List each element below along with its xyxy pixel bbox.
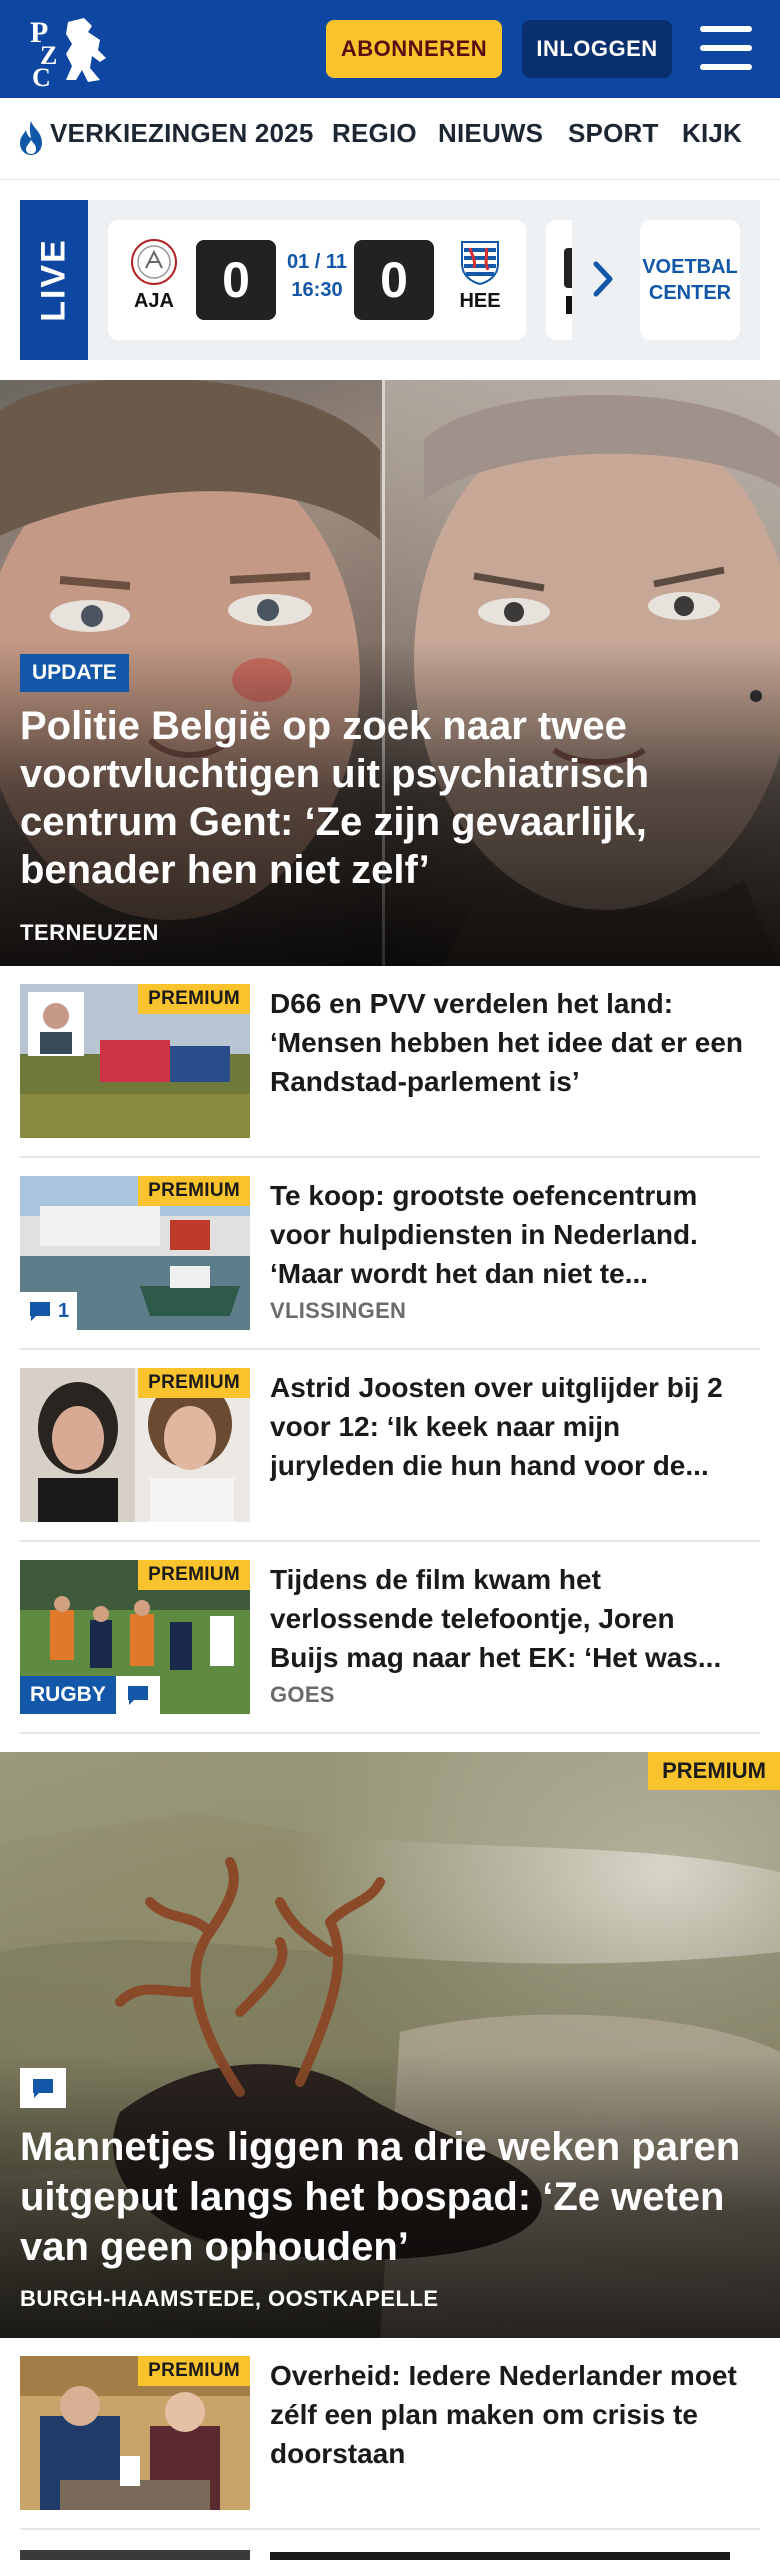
article-thumbnail: PREMIUM [20, 984, 250, 1138]
article-location: VLISSINGEN [270, 1298, 407, 1323]
ajax-crest-icon [131, 239, 177, 285]
menu-icon[interactable] [700, 26, 752, 70]
home-club-code: AJA [133, 290, 174, 312]
premium-badge: PREMIUM [138, 1176, 250, 1206]
away-score: 0 [354, 240, 434, 320]
update-badge: UPDATE [20, 654, 129, 692]
premium-badge: PREMIUM [648, 1752, 780, 1790]
next-article-peek [20, 2550, 760, 2560]
voetbal-center-button[interactable]: VOETBAL CENTER [640, 220, 740, 340]
comment-count[interactable]: 1 [20, 1292, 78, 1330]
feature-location: BURGH-HAAMSTEDE, OOSTKAPELLE [20, 2286, 439, 2311]
home-club: AJA [124, 238, 184, 313]
pzc-logo[interactable]: P Z C [26, 10, 116, 88]
nav-item-regio[interactable]: REGIO [332, 118, 417, 149]
top-bar: P Z C ABONNEREN INLOGGEN [0, 0, 780, 98]
chevron-right-icon[interactable] [588, 258, 618, 300]
comment-button[interactable] [20, 2068, 66, 2108]
premium-badge: PREMIUM [138, 1560, 250, 1590]
live-label: LIVE [20, 200, 88, 360]
article-thumbnail: PREMIUM [20, 1368, 250, 1522]
live-scores-strip: LIVE AJA 0 01 / 11 16:30 0 HEE VOETBAL C… [20, 200, 760, 360]
article-location: GOES [270, 1682, 335, 1707]
comment-count-number: 1 [58, 1299, 70, 1322]
nav-item-nieuws[interactable]: NIEUWS [438, 118, 543, 149]
away-club-code: HEE [459, 290, 501, 312]
heerenveen-crest-icon [461, 241, 499, 286]
article-title[interactable]: Overheid: Iedere Nederlander moet zélf e… [270, 2356, 750, 2473]
article-thumbnail: PREMIUM RUGBY [20, 1560, 250, 1714]
match-datetime: 01 / 11 16:30 [272, 248, 362, 304]
premium-badge: PREMIUM [138, 1368, 250, 1398]
nav-item-verkiezingen[interactable]: VERKIEZINGEN 2025 [50, 118, 314, 149]
section-nav: VERKIEZINGEN 2025 REGIO NIEUWS SPORT KIJ… [0, 98, 780, 180]
comment-icon [30, 1302, 50, 1321]
match-date: 01 / 11 [286, 251, 348, 273]
hero-headline[interactable]: Politie België op zoek naar twee voortvl… [20, 702, 740, 894]
article-item[interactable]: PREMIUM Overheid: Iedere Nederlander moe… [20, 2338, 760, 2530]
match-time: 16:30 [291, 279, 343, 301]
away-club: HEE [450, 238, 510, 313]
article-title[interactable]: Tijdens de film kwam het verlossende tel… [270, 1560, 750, 1677]
comment-icon [128, 1686, 148, 1705]
hero-article[interactable]: UPDATE Politie België op zoek naar twee … [0, 380, 780, 966]
article-item[interactable]: PREMIUM Astrid Joosten over uitglijder b… [20, 1350, 760, 1542]
hero-location: TERNEUZEN [20, 920, 159, 945]
category-tag[interactable]: RUGBY [20, 1676, 116, 1714]
article-item[interactable]: PREMIUM D66 en PVV verdelen het land: ‘M… [20, 966, 760, 1158]
article-item[interactable]: PREMIUM 1 Te koop: grootste oefencentrum… [20, 1158, 760, 1350]
article-thumbnail: PREMIUM 1 [20, 1176, 250, 1330]
login-button[interactable]: INLOGGEN [522, 20, 672, 78]
feature-article[interactable]: PREMIUM Mannetjes liggen na drie weken p… [0, 1752, 780, 2338]
comment-icon [33, 2079, 53, 2098]
feature-headline[interactable]: Mannetjes liggen na drie weken paren uit… [20, 2122, 760, 2272]
nav-item-kijk[interactable]: KIJK [682, 118, 742, 149]
match-card[interactable]: AJA 0 01 / 11 16:30 0 HEE [108, 220, 526, 340]
subscribe-button[interactable]: ABONNEREN [326, 20, 502, 78]
nav-item-sport[interactable]: SPORT [568, 118, 659, 149]
comment-button[interactable] [116, 1676, 160, 1714]
article-item[interactable]: PREMIUM RUGBY Tijdens de film kwam het v… [20, 1542, 760, 1734]
next-match-card[interactable] [546, 220, 572, 340]
premium-badge: PREMIUM [138, 2356, 250, 2386]
svg-text:C: C [32, 63, 51, 88]
flame-icon [20, 121, 42, 155]
article-title[interactable]: D66 en PVV verdelen het land: ‘Mensen he… [270, 984, 750, 1101]
home-score: 0 [196, 240, 276, 320]
premium-badge: PREMIUM [138, 984, 250, 1014]
article-title[interactable]: Te koop: grootste oefencentrum voor hulp… [270, 1176, 750, 1293]
article-thumbnail: PREMIUM [20, 2356, 250, 2510]
article-title[interactable]: Astrid Joosten over uitglijder bij 2 voo… [270, 1368, 750, 1485]
